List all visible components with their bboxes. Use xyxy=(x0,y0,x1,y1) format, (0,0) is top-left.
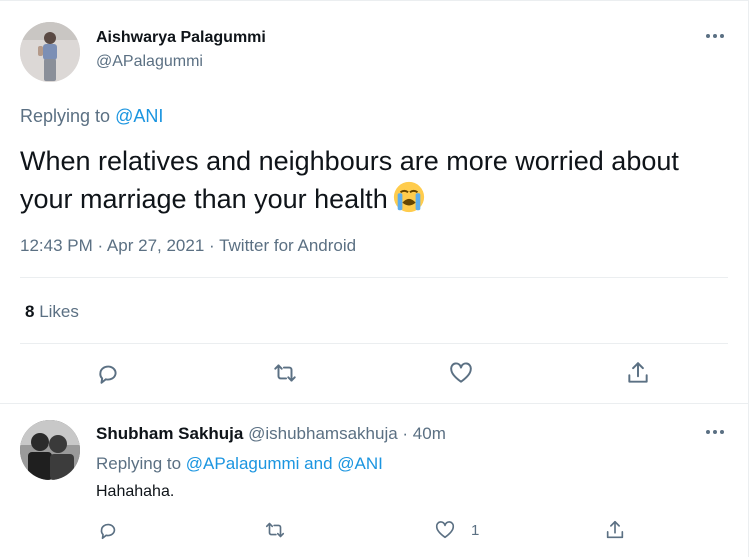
reply-author-name[interactable]: Shubham Sakhuja xyxy=(96,424,243,443)
tweet-text: When relatives and neighbours are more w… xyxy=(20,143,732,218)
likes-label: Likes xyxy=(39,302,79,321)
heart-icon[interactable] xyxy=(444,356,478,390)
replying-and: and xyxy=(304,454,333,473)
share-icon[interactable] xyxy=(598,513,632,547)
replying-to-link[interactable]: @APalagummi xyxy=(186,454,300,473)
reply-icon[interactable] xyxy=(91,513,125,547)
reply-author-handle[interactable]: @ishubhamsakhuja xyxy=(248,424,398,443)
author-name[interactable]: Aishwarya Palagummi xyxy=(96,29,266,47)
tweet-timestamp[interactable]: 12:43 PM · Apr 27, 2021 · Twitter for An… xyxy=(20,236,356,256)
likes-count: 8 xyxy=(25,302,35,321)
replying-to-link[interactable]: @ANI xyxy=(337,454,383,473)
replying-to-line: Replying to @ANI xyxy=(20,106,163,127)
avatar-image xyxy=(20,420,80,480)
more-icon[interactable] xyxy=(700,422,730,442)
avatar[interactable] xyxy=(20,22,80,82)
heart-icon[interactable] xyxy=(428,513,462,547)
avatar-image xyxy=(20,22,80,82)
replying-prefix: Replying to xyxy=(96,454,182,473)
divider xyxy=(20,277,728,278)
divider xyxy=(0,403,748,404)
share-icon[interactable] xyxy=(621,356,655,390)
tweet-body: When relatives and neighbours are more w… xyxy=(20,146,679,214)
retweet-icon[interactable] xyxy=(258,513,292,547)
loudly-crying-face-emoji xyxy=(393,181,424,213)
like-count: 1 xyxy=(471,522,480,539)
reply-header: Shubham Sakhuja @ishubhamsakhuja · 40m xyxy=(96,424,446,444)
reply-text: Hahahaha. xyxy=(96,483,175,500)
replying-prefix: Replying to xyxy=(20,106,111,126)
more-icon[interactable] xyxy=(700,26,730,46)
likes-stat[interactable]: 8 Likes xyxy=(25,302,79,322)
reply-icon[interactable] xyxy=(91,356,125,390)
reply-replying-line: Replying to @APalagummi and @ANI xyxy=(96,454,383,474)
author-handle[interactable]: @APalagummi xyxy=(96,53,203,71)
replying-to-link[interactable]: @ANI xyxy=(115,106,163,126)
retweet-icon[interactable] xyxy=(268,356,302,390)
tweet-thread: Aishwarya Palagummi @APalagummi Replying… xyxy=(0,0,749,557)
top-divider xyxy=(0,0,748,1)
reply-time[interactable]: · 40m xyxy=(402,424,445,443)
divider xyxy=(20,343,728,344)
avatar[interactable] xyxy=(20,420,80,480)
